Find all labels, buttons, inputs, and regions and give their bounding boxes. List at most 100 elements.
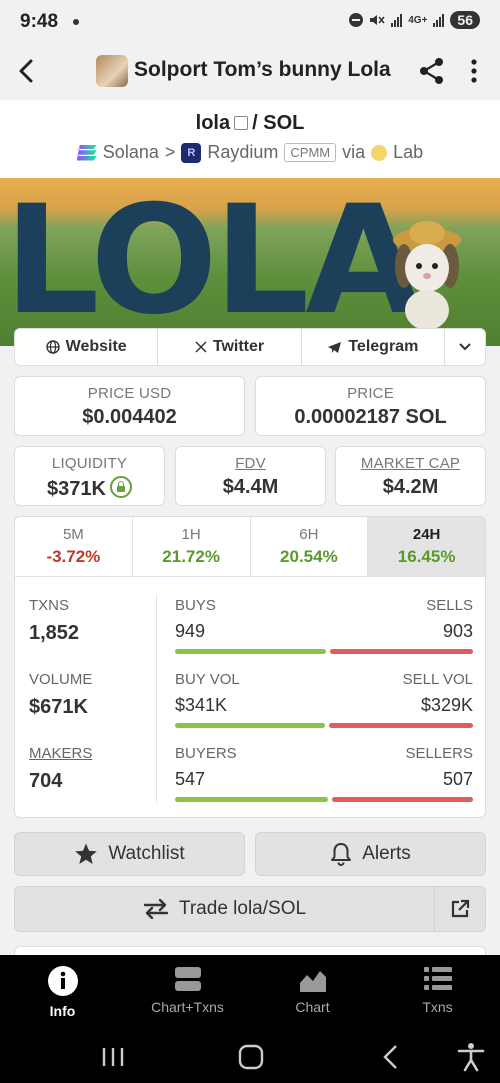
x-icon: [195, 341, 207, 353]
status-icons: 4G+ 56: [349, 11, 480, 29]
buy-vol-bar: [175, 723, 325, 728]
sellers-bar: [331, 797, 473, 802]
fdv-label: FDV: [235, 455, 266, 472]
pair-name: lola / SOL: [0, 112, 500, 135]
telegram-link[interactable]: Telegram: [302, 329, 445, 365]
chart-icon: [299, 971, 326, 992]
info-icon: [47, 966, 78, 996]
volume-label: VOLUME: [29, 671, 93, 688]
makers-label[interactable]: MAKERS: [29, 745, 92, 762]
price-usd-card: PRICE USD $0.004402: [14, 376, 245, 436]
buyers-value: 547: [175, 769, 206, 789]
route-separator: >: [164, 142, 176, 162]
tab-label: 1H: [181, 526, 201, 543]
liquidity-value: $371K: [47, 478, 106, 500]
tab-24h[interactable]: 24H 16.45%: [368, 517, 485, 576]
status-bar: 9:48 4G+ 56: [0, 0, 500, 44]
lab-icon: [371, 144, 388, 161]
battery-level: 56: [457, 12, 473, 28]
watchlist-button[interactable]: Watchlist: [14, 832, 245, 876]
tab-5m[interactable]: 5M -3.72%: [15, 517, 133, 576]
nav-info[interactable]: Info: [0, 955, 125, 1030]
sells-bar: [329, 649, 473, 654]
market-cap-card[interactable]: MARKET CAP $4.2M: [335, 446, 486, 506]
pair-route: Solana > R Raydium CPMM via Lab: [0, 142, 500, 163]
buy-vol-label: BUY VOL: [175, 671, 240, 688]
fdv-value: $4.4M: [222, 476, 279, 498]
watchlist-label: Watchlist: [108, 843, 185, 864]
trade-label: Trade lola/SOL: [178, 898, 307, 919]
nav-label: Chart+Txns: [151, 999, 224, 1015]
more-icon[interactable]: [462, 57, 486, 85]
home-icon[interactable]: [234, 1040, 268, 1074]
price-native-card: PRICE 0.00002187 SOL: [255, 376, 486, 436]
token-avatar: [96, 55, 128, 87]
signal-icon-2: [433, 13, 445, 27]
via-label: via: [342, 142, 366, 162]
mute-icon: [370, 15, 385, 25]
txns-value: 1,852: [29, 622, 80, 644]
share-icon[interactable]: [418, 57, 446, 85]
price-usd-value: $0.004402: [82, 406, 177, 428]
website-label: Website: [65, 338, 127, 355]
sellers-label: SELLERS: [405, 745, 473, 762]
buys-label: BUYS: [175, 597, 216, 614]
txns-label: TXNS: [29, 597, 70, 614]
sellers-value: 507: [442, 769, 473, 789]
nav-txns[interactable]: Txns: [375, 955, 500, 1030]
tab-6h[interactable]: 6H 20.54%: [251, 517, 369, 576]
tab-1h[interactable]: 1H 21.72%: [133, 517, 251, 576]
status-time: 9:48: [20, 11, 59, 32]
buys-bar: [175, 649, 326, 654]
tab-change: -3.72%: [46, 547, 101, 566]
trade-bar: Trade lola/SOL: [14, 886, 486, 932]
sells-value: 903: [442, 621, 473, 641]
timeframe-tabs: 5M -3.72% 1H 21.72% 6H 20.54% 24H 16.45%: [15, 517, 485, 577]
raydium-icon: R: [181, 142, 202, 163]
chain-name[interactable]: Solana: [103, 142, 159, 163]
sell-vol-bar: [328, 723, 473, 728]
sell-vol-label: SELL VOL: [402, 671, 473, 688]
volume-row: VOLUME $671K BUY VOL SELL VOL $341K $329…: [15, 671, 485, 745]
price-native-value: 0.00002187 SOL: [294, 406, 447, 428]
telegram-label: Telegram: [348, 338, 419, 355]
battery-icon: 56: [450, 11, 480, 29]
notification-dot: [73, 19, 79, 25]
pool-type-badge: CPMM: [284, 143, 337, 162]
system-nav-bar: [0, 1030, 500, 1083]
sells-label: SELLS: [426, 597, 473, 614]
recents-icon[interactable]: [96, 1040, 130, 1074]
twitter-label: Twitter: [212, 338, 265, 355]
dex-name[interactable]: Raydium: [207, 142, 278, 163]
nav-chart-txns[interactable]: Chart+Txns: [125, 955, 250, 1030]
fdv-card[interactable]: FDV $4.4M: [175, 446, 326, 506]
twitter-link[interactable]: Twitter: [158, 329, 302, 365]
accessibility-icon[interactable]: [454, 1040, 488, 1074]
buyers-bar: [175, 797, 328, 802]
liquidity-card[interactable]: LIQUIDITY $371K: [14, 446, 165, 506]
txns-row: TXNS 1,852 BUYS SELLS 949 903: [15, 597, 485, 671]
back-icon[interactable]: [12, 56, 42, 86]
copy-icon[interactable]: [234, 116, 249, 130]
price-native-label: PRICE: [347, 385, 394, 402]
stats-panel: 5M -3.72% 1H 21.72% 6H 20.54% 24H 16.45%…: [14, 516, 486, 818]
system-back-icon[interactable]: [374, 1040, 408, 1074]
globe-icon: [45, 340, 60, 354]
volume-value: $671K: [29, 696, 88, 718]
alerts-button[interactable]: Alerts: [255, 832, 486, 876]
star-icon: [75, 843, 98, 864]
website-link[interactable]: Website: [15, 329, 159, 365]
nav-chart[interactable]: Chart: [250, 955, 375, 1030]
bunny-image: [393, 221, 461, 328]
more-links-button[interactable]: [445, 329, 485, 365]
external-trade-button[interactable]: [435, 887, 485, 931]
buyers-label: BUYERS: [175, 745, 237, 762]
price-usd-label: PRICE USD: [87, 385, 172, 402]
external-link-icon: [451, 899, 470, 918]
market-cap-value: $4.2M: [382, 476, 439, 498]
telegram-icon: [328, 341, 342, 353]
launchpad-name[interactable]: Lab: [393, 142, 423, 163]
tab-label: 24H: [412, 526, 441, 543]
trade-button[interactable]: Trade lola/SOL: [15, 887, 435, 931]
tab-label: 5M: [62, 526, 84, 543]
